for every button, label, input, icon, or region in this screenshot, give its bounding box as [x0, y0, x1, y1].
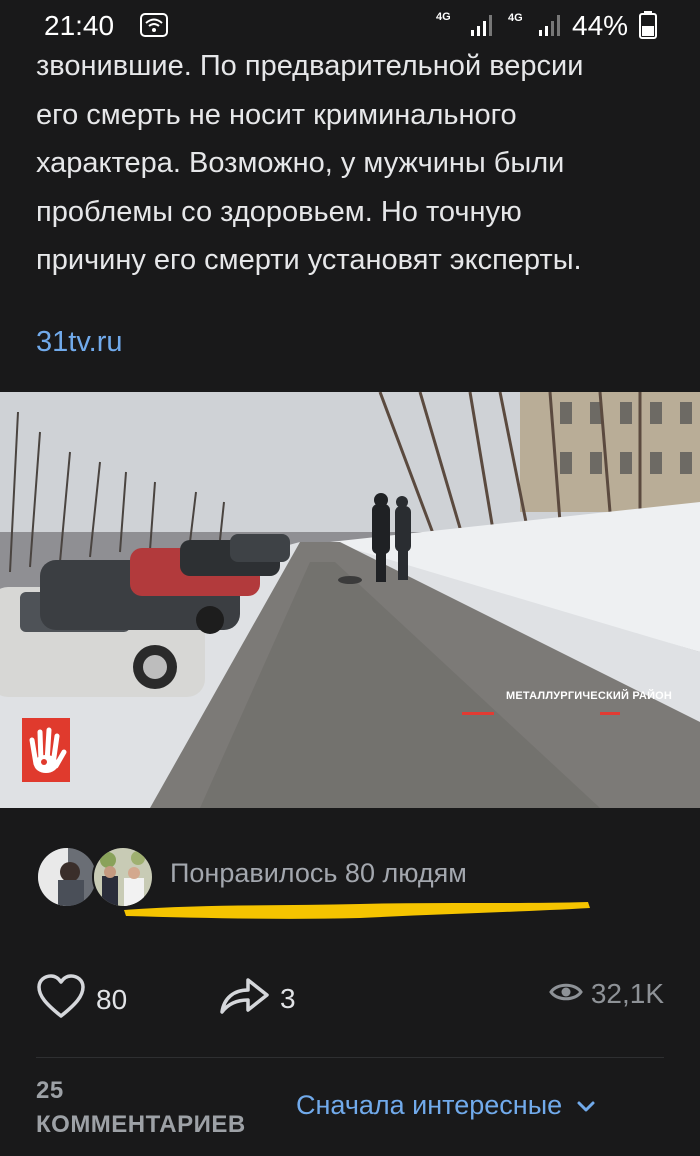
eye-icon	[549, 978, 583, 1010]
video-frame-image	[0, 392, 700, 808]
signal-icon	[470, 12, 496, 44]
share-arrow-icon	[218, 976, 270, 1021]
signal-icon-2	[538, 12, 564, 44]
divider	[36, 1057, 664, 1058]
sort-label: Сначала интересные	[296, 1090, 563, 1120]
share-button[interactable]: 3	[218, 976, 296, 1021]
network-type-1: 4G	[436, 11, 451, 23]
heart-icon	[36, 974, 86, 1025]
like-button[interactable]: 80	[36, 974, 127, 1025]
share-count: 3	[280, 982, 296, 1014]
post-text-line: характера. Возможно, у мужчины были	[36, 147, 565, 179]
chevron-down-icon	[576, 1090, 596, 1121]
network-type-2: 4G	[508, 12, 523, 24]
wifi-icon	[140, 12, 168, 44]
views-count: 32,1K	[590, 978, 664, 1009]
post-actions: 80 3 32,1K	[0, 960, 700, 1040]
liked-by-text[interactable]: Понравилось 80 людям	[170, 858, 467, 889]
post-text-line: звонившие. По предварительной версии	[36, 50, 584, 82]
source-link[interactable]: 31tv.ru	[36, 326, 123, 359]
battery-percent: 44%	[572, 10, 629, 41]
avatar	[36, 846, 98, 908]
post-text-line: проблемы со здоровьем. Но точную	[36, 195, 522, 228]
video-overlay-label: МЕТАЛЛУРГИЧЕСКИЙ РАЙОН	[506, 690, 673, 702]
post-text-line: его смерть не носит криминального	[36, 98, 517, 131]
yellow-underline-annotation	[124, 902, 590, 919]
channel-logo	[22, 718, 70, 782]
comments-sort-dropdown[interactable]: Сначала интересные	[296, 1090, 596, 1121]
post-video[interactable]: МЕТАЛЛУРГИЧЕСКИЙ РАЙОН	[0, 392, 700, 808]
views-counter: 32,1K	[549, 978, 664, 1010]
post-text-line: причину его смерти установят эксперты.	[36, 244, 582, 276]
status-time: 21:40	[44, 10, 115, 41]
comments-count: 25 КОММЕНТАРИЕВ	[36, 1077, 246, 1138]
like-count: 80	[96, 983, 128, 1015]
status-bar: 21:40 4G 4G 44%	[0, 0, 700, 48]
post-text: звонившие. По предварительной версии его…	[36, 42, 676, 285]
